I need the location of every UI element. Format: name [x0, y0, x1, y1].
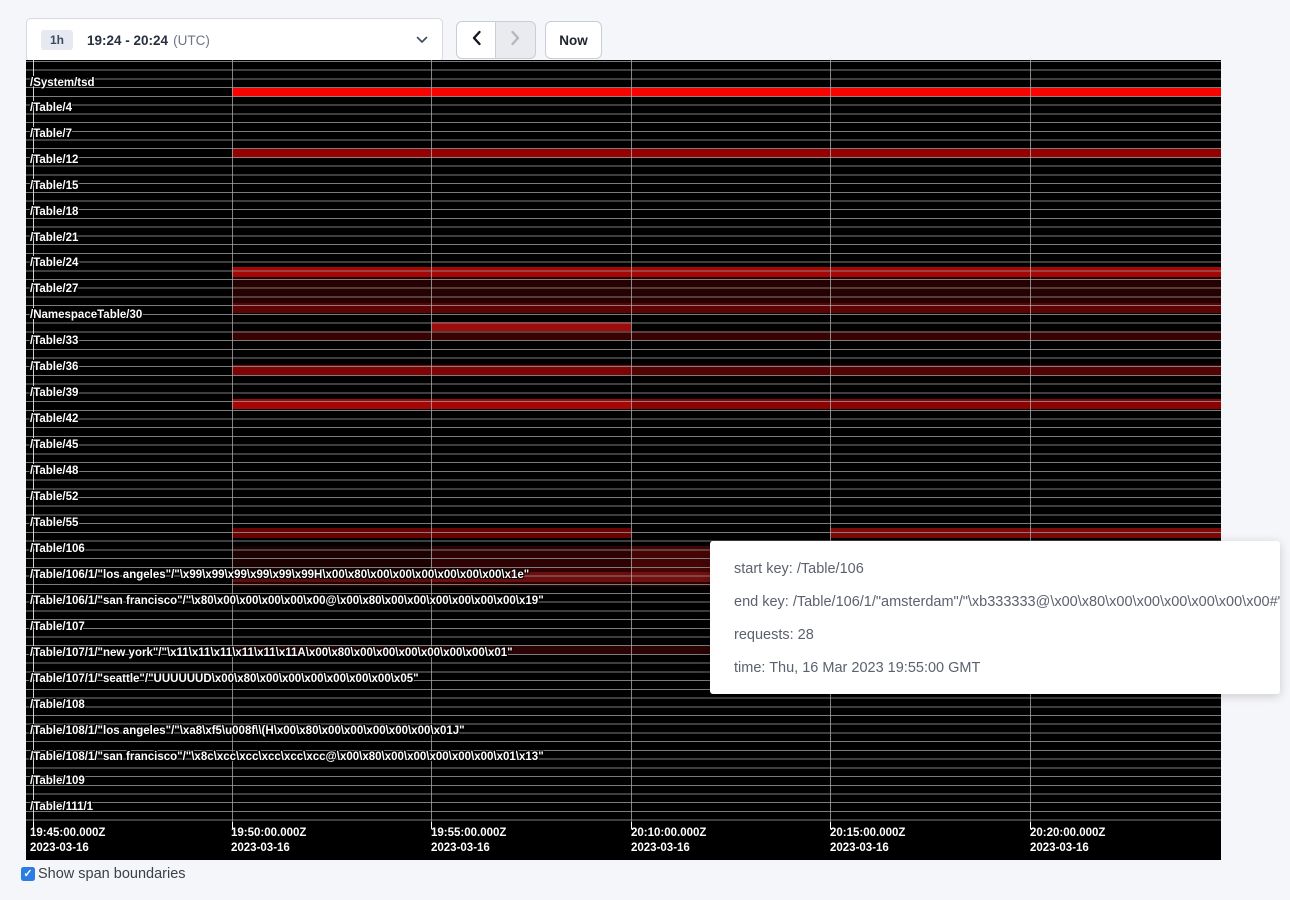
span-label: /Table/21	[30, 232, 78, 245]
tooltip-time: time: Thu, 16 Mar 2023 19:55:00 GMT	[734, 652, 1256, 685]
span-label: /Table/111/1	[30, 801, 93, 814]
span-label: /Table/106	[30, 543, 85, 556]
axis-tick-label: 20:10:00.000Z2023-03-16	[631, 826, 706, 856]
span-label: /Table/36	[30, 361, 78, 374]
span-label: /Table/4	[30, 102, 72, 115]
time-axis: 19:45:00.000Z2023-03-16 19:50:00.000Z2023…	[26, 822, 1221, 860]
axis-tick-label: 19:50:00.000Z2023-03-16	[231, 826, 306, 856]
time-window-nav	[456, 21, 536, 59]
show-span-boundaries-label: Show span boundaries	[38, 866, 186, 882]
span-label: /Table/33	[30, 335, 78, 348]
span-label: /Table/52	[30, 491, 78, 504]
span-label: /Table/27	[30, 283, 78, 296]
span-label: /Table/18	[30, 206, 78, 219]
axis-tick-label: 20:15:00.000Z2023-03-16	[830, 826, 905, 856]
chevron-left-icon	[471, 30, 482, 51]
span-labels-layer: /System/tsd/Table/4/Table/7/Table/12/Tab…	[26, 60, 1221, 822]
axis-tick-label: 19:55:00.000Z2023-03-16	[431, 826, 506, 856]
tooltip-end-key: end key: /Table/106/1/"amsterdam"/"\xb33…	[734, 586, 1256, 619]
now-button[interactable]: Now	[545, 21, 602, 59]
time-range-label: 19:24 - 20:24	[87, 33, 168, 48]
span-label: /NamespaceTable/30	[30, 309, 142, 322]
time-range-preset-badge: 1h	[41, 30, 73, 50]
span-label: /Table/108/1/"san francisco"/"\x8c\xcc\x…	[30, 751, 544, 764]
span-label: /Table/107/1/"new york"/"\x11\x11\x11\x1…	[30, 647, 513, 660]
show-span-boundaries-row: ✓ Show span boundaries	[21, 866, 186, 882]
span-label: /Table/39	[30, 387, 78, 400]
show-span-boundaries-checkbox[interactable]: ✓	[21, 867, 35, 881]
time-range-selector[interactable]: 1h 19:24 - 20:24 (UTC)	[26, 18, 443, 62]
span-label: /Table/55	[30, 517, 78, 530]
span-label: /Table/7	[30, 128, 72, 141]
span-label: /Table/12	[30, 154, 78, 167]
heatmap-tooltip: start key: /Table/106 end key: /Table/10…	[710, 541, 1280, 694]
previous-window-button[interactable]	[456, 21, 496, 59]
span-label: /Table/45	[30, 439, 78, 452]
axis-tick-label: 20:20:00.000Z2023-03-16	[1030, 826, 1105, 856]
tooltip-start-key: start key: /Table/106	[734, 553, 1256, 586]
span-label: /Table/106/1/"san francisco"/"\x80\x00\x…	[30, 595, 544, 608]
chevron-down-icon	[416, 36, 428, 44]
span-label: /System/tsd	[30, 77, 95, 90]
span-label: /Table/48	[30, 465, 78, 478]
next-window-button[interactable]	[496, 21, 536, 59]
span-label: /Table/109	[30, 775, 85, 788]
span-label: /Table/108	[30, 699, 85, 712]
chevron-right-icon	[510, 30, 521, 51]
span-label: /Table/108/1/"los angeles"/"\xa8\xf5\u00…	[30, 725, 465, 738]
span-label: /Table/24	[30, 257, 78, 270]
key-visualizer-canvas[interactable]: /System/tsd/Table/4/Table/7/Table/12/Tab…	[26, 60, 1221, 860]
axis-tick-label: 19:45:00.000Z2023-03-16	[30, 826, 105, 856]
span-label: /Table/106/1/"los angeles"/"\x99\x99\x99…	[30, 569, 529, 582]
time-range-timezone: (UTC)	[173, 33, 210, 48]
span-label: /Table/15	[30, 180, 78, 193]
span-label: /Table/107	[30, 621, 85, 634]
tooltip-requests: requests: 28	[734, 619, 1256, 652]
span-label: /Table/107/1/"seattle"/"UUUUUUD\x00\x80\…	[30, 673, 419, 686]
span-label: /Table/42	[30, 413, 78, 426]
